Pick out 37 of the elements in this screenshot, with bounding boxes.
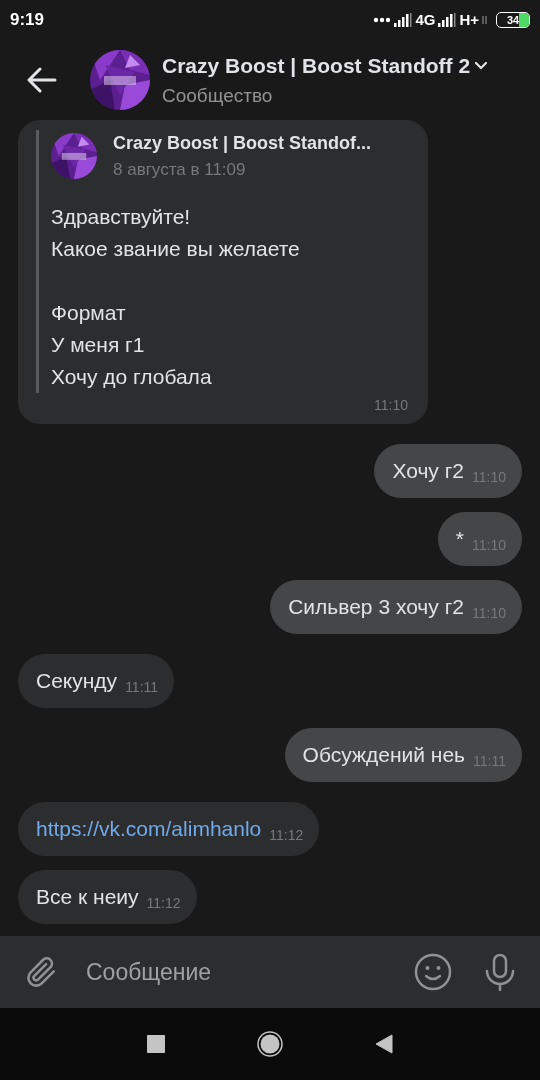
- battery-percent: 34: [505, 13, 521, 27]
- dots-icon: [373, 17, 392, 23]
- message-time: 11:12: [146, 894, 181, 913]
- message-bubble[interactable]: Секунду 11:11: [18, 653, 175, 708]
- message-bubble[interactable]: https://vk.com/alimhanlo 11:12: [18, 801, 320, 856]
- chevron-down-icon[interactable]: [474, 61, 489, 71]
- message-time: 11:11: [125, 678, 159, 697]
- message-text: Секунду: [36, 667, 118, 694]
- forwarded-message[interactable]: Crazy Boost | Boost Standof... 8 августа в 11:09 Здравствуйте! Какое звание вы желаете Формат У меня г1 Хочу до глобала 11:10: [18, 120, 428, 424]
- message-text: Формат У меня г1 Хочу до глобала: [51, 299, 213, 390]
- message-date: 8 августа в 11:09: [113, 159, 247, 181]
- status-time: 9:19: [10, 9, 45, 32]
- chat-subtitle: Сообщество: [162, 83, 274, 108]
- signal-icon: [394, 13, 413, 27]
- signal-icon: [438, 13, 457, 27]
- author-name[interactable]: Crazy Boost | Boost Standof...: [113, 130, 372, 157]
- composer-bar[interactable]: Сообщение: [0, 936, 540, 1008]
- message-bubble[interactable]: Все к неиу 11:12: [18, 869, 197, 924]
- message-time: 11:12: [269, 826, 304, 845]
- message-text: Обсуждений неь: [302, 741, 466, 768]
- emoji-icon[interactable]: [414, 953, 452, 991]
- microphone-icon[interactable]: [484, 953, 516, 991]
- message-time: 11:10: [374, 395, 408, 415]
- attach-icon[interactable]: [24, 954, 58, 990]
- message-link[interactable]: https://vk.com/alimhanlo: [36, 812, 262, 845]
- message-text: Все к неиу: [36, 883, 139, 910]
- message-text: Хочу г2: [392, 457, 464, 484]
- message-text: Сильвер 3 хочу г2: [288, 593, 464, 620]
- message-text: Здравствуйте! Какое звание вы желаете: [51, 203, 301, 262]
- network-type: H+: [459, 9, 479, 30]
- home-button[interactable]: [257, 1031, 283, 1057]
- data-arrows-icon: [482, 16, 487, 24]
- network-type: 4G: [415, 9, 436, 30]
- back-arrow-icon[interactable]: [27, 67, 57, 93]
- message-text: *: [455, 525, 464, 552]
- back-nav-button[interactable]: [375, 1034, 393, 1054]
- chat-title[interactable]: Crazy Boost | Boost Standoff 2: [162, 50, 471, 82]
